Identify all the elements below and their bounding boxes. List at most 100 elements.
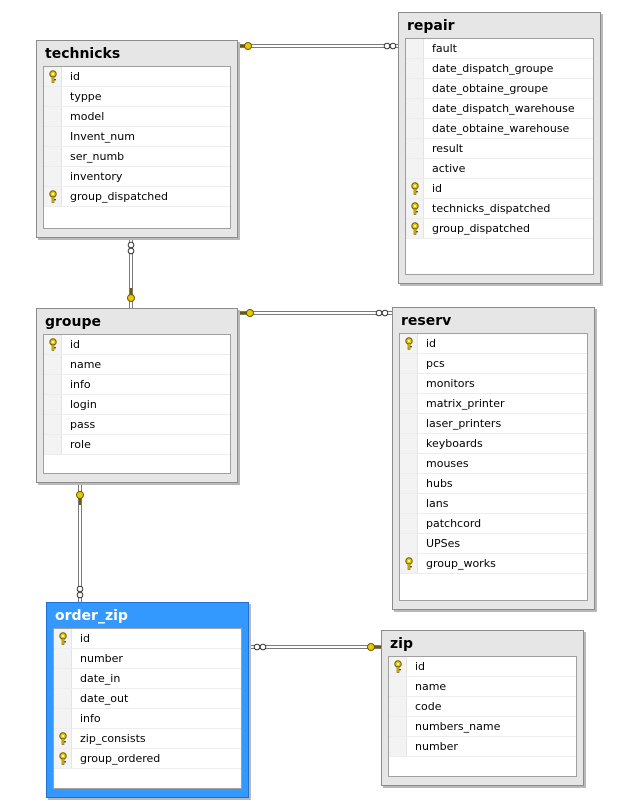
column-name: result	[432, 142, 464, 155]
column-name: id	[432, 182, 443, 195]
primary-key-icon	[406, 219, 424, 238]
relationship-technicks-groupe[interactable]	[127, 240, 135, 308]
column-row[interactable]: typpe	[44, 87, 230, 107]
column-row[interactable]: group_ordered	[54, 749, 241, 769]
column-row[interactable]: monitors	[400, 374, 587, 394]
column-row[interactable]: fault	[406, 39, 593, 59]
column-row[interactable]: pass	[44, 415, 230, 435]
column-row[interactable]: keyboards	[400, 434, 587, 454]
row-selector	[400, 414, 418, 433]
column-row[interactable]: technicks_dispatched	[406, 199, 593, 219]
column-row[interactable]: ser_numb	[44, 147, 230, 167]
column-row[interactable]: date_out	[54, 689, 241, 709]
column-name: active	[432, 162, 466, 175]
primary-key-icon	[400, 334, 418, 353]
column-row[interactable]: date_in	[54, 669, 241, 689]
row-selector	[400, 434, 418, 453]
table-reserv[interactable]: reserv id pcs monitors matrix_printer laser_p…	[392, 307, 595, 610]
column-row[interactable]: model	[44, 107, 230, 127]
primary-key-icon	[54, 749, 72, 768]
column-row[interactable]: zip_consists	[54, 729, 241, 749]
column-row[interactable]: group_dispatched	[406, 219, 593, 239]
column-row[interactable]: patchcord	[400, 514, 587, 534]
table-title[interactable]: technicks	[45, 46, 120, 62]
column-row[interactable]: id	[406, 179, 593, 199]
column-row[interactable]: name	[389, 677, 576, 697]
table-repair[interactable]: repair fault date_dispatch_groupe date_obta…	[398, 12, 601, 284]
column-row[interactable]: date_dispatch_warehouse	[406, 99, 593, 119]
relationship-technicks-repair[interactable]	[238, 42, 400, 50]
table-title[interactable]: groupe	[45, 314, 101, 330]
column-row[interactable]: id	[400, 334, 587, 354]
row-selector	[406, 119, 424, 138]
row-selector	[54, 709, 72, 728]
column-name: group_ordered	[80, 752, 161, 765]
column-row[interactable]: hubs	[400, 474, 587, 494]
column-name: id	[415, 660, 426, 673]
row-selector	[406, 79, 424, 98]
column-row[interactable]: name	[44, 355, 230, 375]
primary-key-icon	[406, 179, 424, 198]
column-row[interactable]: id	[54, 629, 241, 649]
column-row[interactable]: numbers_name	[389, 717, 576, 737]
relationship-groupe-order-zip[interactable]	[76, 485, 84, 602]
column-row[interactable]: date_obtaine_groupe	[406, 79, 593, 99]
column-name: inventory	[70, 170, 123, 183]
column-row[interactable]: group_works	[400, 554, 587, 574]
table-groupe[interactable]: groupe id name info login pass role	[36, 308, 238, 483]
key-icon-shape	[394, 660, 402, 673]
column-row[interactable]: date_dispatch_groupe	[406, 59, 593, 79]
column-name: laser_printers	[426, 417, 502, 430]
column-row[interactable]: group_dispatched	[44, 187, 230, 207]
column-name: role	[70, 438, 91, 451]
column-row[interactable]: number	[389, 737, 576, 757]
column-row[interactable]: Invent_num	[44, 127, 230, 147]
row-selector	[400, 534, 418, 553]
table-zip[interactable]: zip id name code numbers_name number	[381, 630, 584, 786]
column-row[interactable]: id	[44, 335, 230, 355]
table-technicks[interactable]: technicks id typpe model Invent_num ser_numb i…	[36, 40, 238, 238]
table-title[interactable]: zip	[390, 636, 413, 652]
column-row[interactable]: id	[389, 657, 576, 677]
column-row[interactable]: info	[54, 709, 241, 729]
relationship-order-zip-zip[interactable]	[250, 643, 381, 651]
column-row[interactable]: date_obtaine_warehouse	[406, 119, 593, 139]
table-title[interactable]: reserv	[401, 313, 451, 329]
column-row[interactable]: number	[54, 649, 241, 669]
table-order-zip[interactable]: order_zip id number date_in date_out info zip_…	[46, 602, 249, 798]
table-title[interactable]: order_zip	[55, 608, 128, 624]
column-row[interactable]: matrix_printer	[400, 394, 587, 414]
row-selector	[54, 649, 72, 668]
row-selector	[400, 394, 418, 413]
column-row[interactable]: active	[406, 159, 593, 179]
row-selector	[406, 59, 424, 78]
column-row[interactable]: lans	[400, 494, 587, 514]
column-list: id typpe model Invent_num ser_numb inventory g…	[43, 66, 231, 229]
row-selector	[389, 697, 407, 716]
column-name: typpe	[70, 90, 102, 103]
row-selector	[44, 355, 62, 374]
column-row[interactable]: login	[44, 395, 230, 415]
column-list: id name info login pass role	[43, 334, 231, 474]
column-row[interactable]: mouses	[400, 454, 587, 474]
row-selector	[389, 737, 407, 756]
column-row[interactable]: code	[389, 697, 576, 717]
column-row[interactable]: UPSes	[400, 534, 587, 554]
column-list: id number date_in date_out info zip_consistsg…	[53, 628, 242, 789]
column-row[interactable]: result	[406, 139, 593, 159]
column-row[interactable]: inventory	[44, 167, 230, 187]
row-selector	[44, 147, 62, 166]
relationship-groupe-reserv[interactable]	[240, 309, 392, 317]
column-row[interactable]: pcs	[400, 354, 587, 374]
column-row[interactable]: info	[44, 375, 230, 395]
key-icon-shape	[59, 732, 67, 745]
column-row[interactable]: id	[44, 67, 230, 87]
row-selector	[400, 374, 418, 393]
column-row[interactable]: laser_printers	[400, 414, 587, 434]
column-name: date_dispatch_groupe	[432, 62, 554, 75]
table-title[interactable]: repair	[407, 18, 455, 34]
column-name: id	[70, 70, 81, 83]
key-icon-shape	[49, 70, 57, 83]
column-list: id pcs monitors matrix_printer laser_printer…	[399, 333, 588, 601]
column-row[interactable]: role	[44, 435, 230, 455]
